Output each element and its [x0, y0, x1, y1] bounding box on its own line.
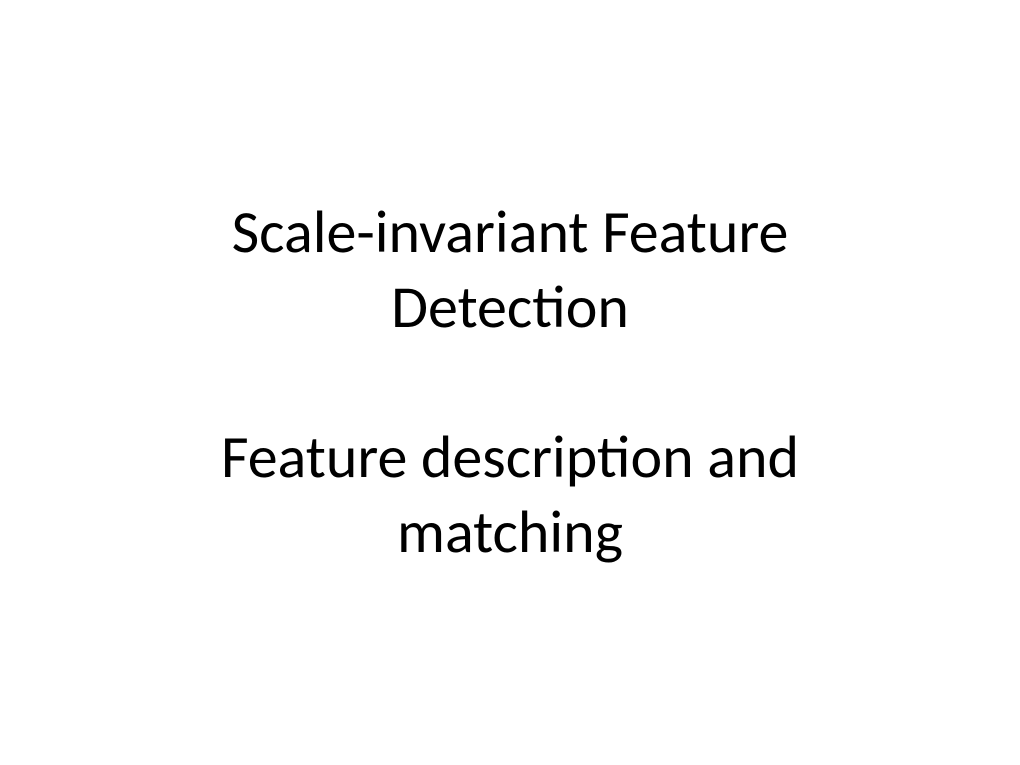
subtitle-line-1: Feature description and	[80, 420, 940, 495]
title-line-1: Scale-invariant Feature	[80, 195, 940, 270]
subtitle-line-2: matching	[80, 495, 940, 570]
subtitle-block: Feature description and matching	[80, 420, 940, 570]
title-block: Scale-invariant Feature Detection	[80, 195, 940, 345]
title-line-2: Detection	[80, 270, 940, 345]
slide-content: Scale-invariant Feature Detection Featur…	[0, 195, 1020, 570]
